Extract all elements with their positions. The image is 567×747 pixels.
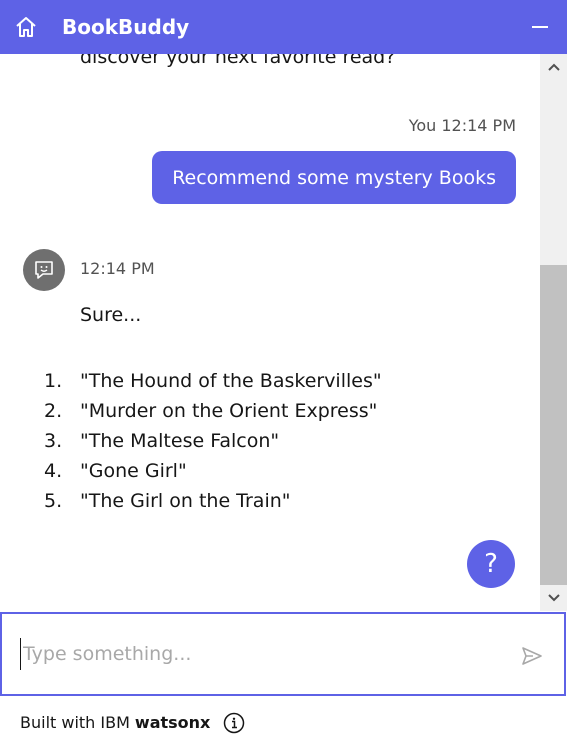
footer-brand: watsonx [134,713,211,732]
home-button[interactable] [0,0,52,54]
scrollbar-thumb[interactable] [540,265,567,585]
send-button[interactable] [520,644,544,668]
book-title: "The Maltese Falcon" [80,430,280,452]
list-item: 4. "Gone Girl" [40,459,382,489]
app-title: BookBuddy [62,15,190,39]
scroll-down-button[interactable] [540,585,567,611]
message-input-area [0,612,566,696]
bot-avatar [23,249,65,291]
chat-bot-icon [35,261,53,279]
chevron-up-icon [547,63,560,71]
chat-header: BookBuddy [0,0,567,54]
book-title: "The Hound of the Baskervilles" [80,370,382,392]
scroll-up-button[interactable] [540,54,567,80]
list-item-number: 5. [44,490,63,512]
chat-messages: discover your next favorite read? You 12… [0,54,540,611]
list-item-number: 2. [44,400,63,422]
list-item: 3. "The Maltese Falcon" [40,429,382,459]
list-item: 1. "The Hound of the Baskervilles" [40,369,382,399]
footer-prefix: Built with IBM [20,713,130,732]
book-title: "The Girl on the Train" [80,490,291,512]
footer: Built with IBM watsonx [0,698,567,747]
home-icon [16,17,36,37]
chat-scrollbar[interactable] [540,54,567,611]
user-message-bubble: Recommend some mystery Books [152,151,516,204]
list-item-number: 3. [44,430,63,452]
minimize-button[interactable] [527,14,553,40]
book-title: "Gone Girl" [80,460,187,482]
user-message-meta: You 12:14 PM [408,116,516,135]
list-item: 5. "The Girl on the Train" [40,489,382,519]
list-item: 2. "Murder on the Orient Express" [40,399,382,429]
info-icon [224,712,245,733]
chevron-down-icon [547,594,560,602]
send-icon [522,647,542,665]
info-button[interactable] [223,712,245,734]
bot-message-intro: Sure... [80,304,142,326]
book-list: 1. "The Hound of the Baskervilles" 2. "Mur… [40,369,382,519]
message-input[interactable] [20,638,490,670]
minimize-icon [532,26,548,28]
list-item-number: 4. [44,460,63,482]
bot-message-time: 12:14 PM [80,259,155,278]
list-item-number: 1. [44,370,63,392]
help-button[interactable]: ? [467,540,515,588]
book-title: "Murder on the Orient Express" [80,400,378,422]
previous-bot-text: discover your next favorite read? [80,54,396,68]
